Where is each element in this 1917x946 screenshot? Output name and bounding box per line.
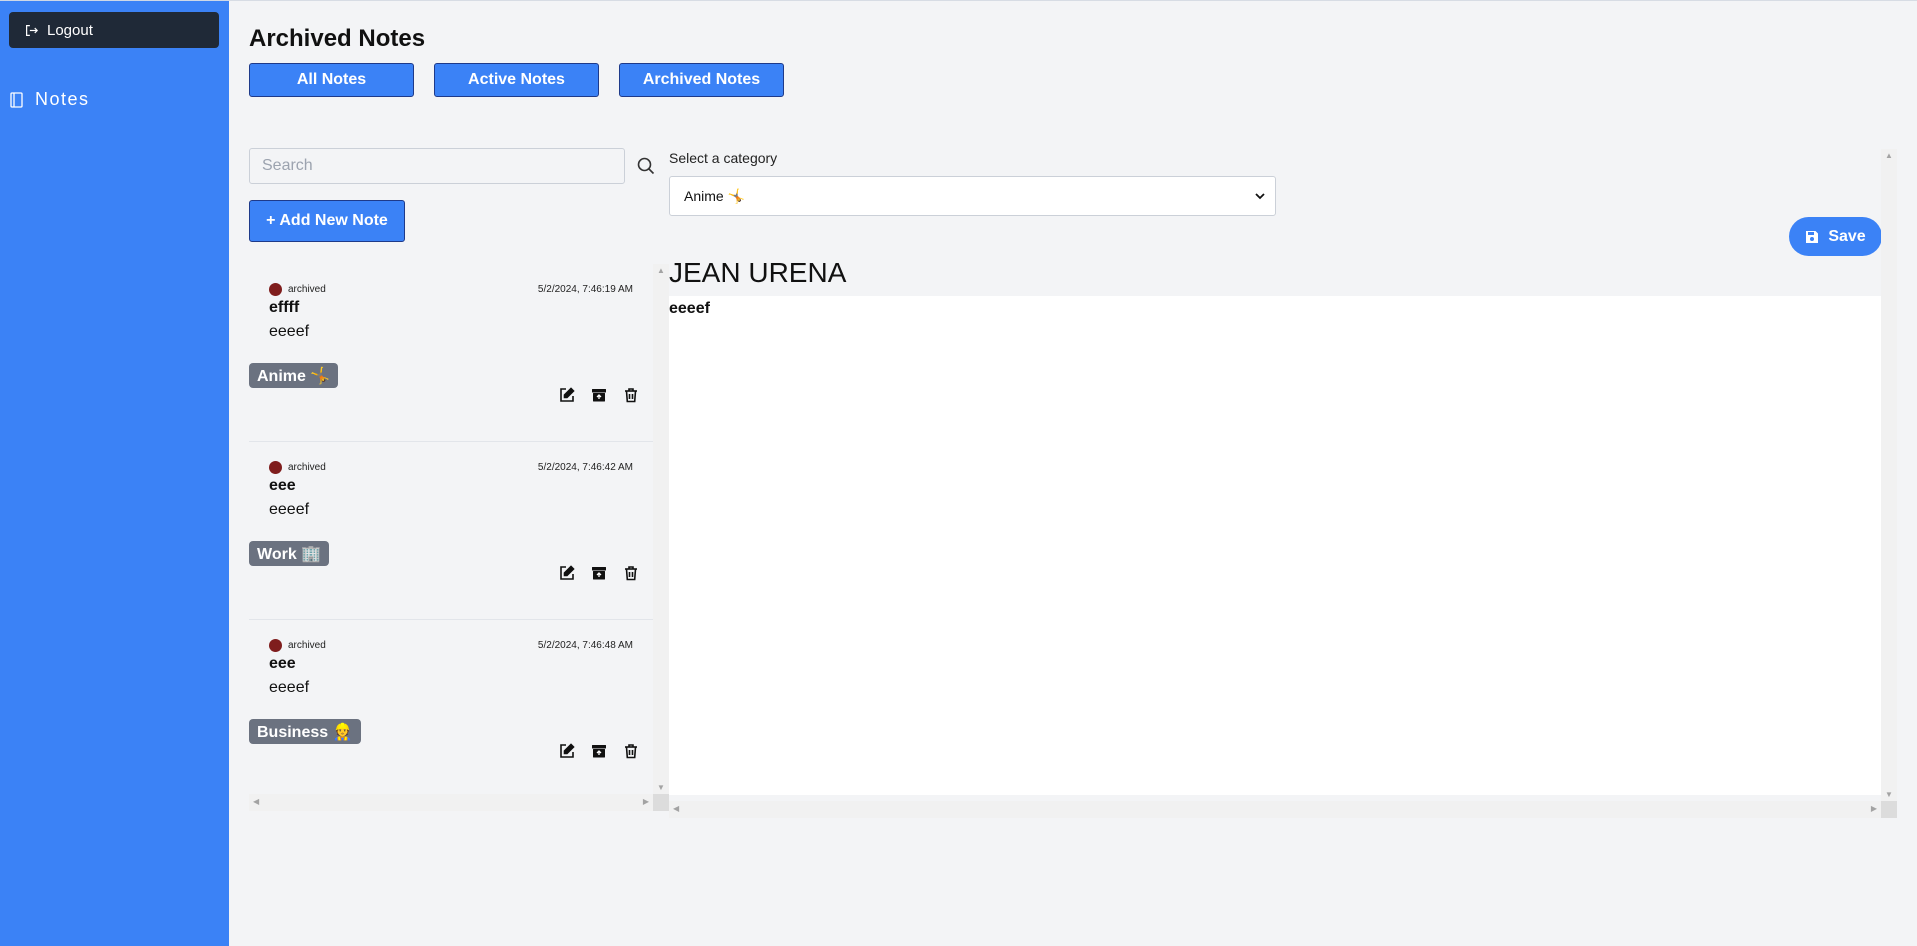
- scroll-right-icon[interactable]: ▶: [1871, 804, 1877, 813]
- note-status: archived: [269, 639, 326, 652]
- status-dot-icon: [269, 639, 282, 652]
- note-actions: [559, 387, 639, 403]
- tab-archived-notes[interactable]: Archived Notes: [619, 63, 784, 97]
- status-dot-icon: [269, 283, 282, 296]
- trash-icon[interactable]: [623, 743, 639, 759]
- page-title: Archived Notes: [249, 25, 426, 52]
- sidebar-item-notes[interactable]: Notes: [10, 89, 90, 110]
- editor-horizontal-scrollbar[interactable]: ◀ ▶: [669, 801, 1881, 818]
- category-selected-value: Anime 🤸: [684, 187, 746, 204]
- status-label: archived: [288, 284, 326, 295]
- main-content: Archived Notes All Notes Active Notes Ar…: [229, 0, 1917, 946]
- status-label: archived: [288, 640, 326, 651]
- category-badge: Anime 🤸: [249, 363, 339, 388]
- note-date: 5/2/2024, 7:46:42 AM: [537, 462, 633, 473]
- note-title: eee: [269, 477, 296, 494]
- scroll-right-icon[interactable]: ▶: [643, 797, 649, 806]
- edit-icon[interactable]: [559, 387, 575, 403]
- note-actions: [559, 565, 639, 581]
- archive-icon[interactable]: [591, 387, 607, 403]
- status-dot-icon: [269, 461, 282, 474]
- scrollbar-corner: [653, 794, 669, 811]
- category-badge: Business 👷: [249, 719, 361, 744]
- edit-icon[interactable]: [559, 565, 575, 581]
- scroll-up-icon[interactable]: ▲: [1885, 151, 1893, 160]
- note-title: eee: [269, 655, 296, 672]
- logout-label: Logout: [47, 21, 93, 39]
- archive-icon[interactable]: [591, 565, 607, 581]
- trash-icon[interactable]: [623, 387, 639, 403]
- scroll-up-icon[interactable]: ▲: [657, 266, 665, 275]
- notes-list: archived 5/2/2024, 7:46:19 AM effff eeee…: [249, 264, 653, 812]
- search-icon[interactable]: [637, 157, 655, 180]
- note-body: eeeef: [269, 501, 310, 518]
- note-status: archived: [269, 461, 326, 474]
- scroll-left-icon[interactable]: ◀: [673, 804, 679, 813]
- add-note-button[interactable]: + Add New Note: [249, 200, 405, 242]
- note-date: 5/2/2024, 7:46:19 AM: [537, 284, 633, 295]
- note-body: eeeef: [269, 679, 310, 696]
- note-title: effff: [269, 299, 300, 316]
- scroll-down-icon[interactable]: ▼: [1885, 790, 1893, 799]
- note-card[interactable]: archived 5/2/2024, 7:46:42 AM eee eeeef …: [249, 442, 653, 620]
- category-badge: Work 🏢: [249, 541, 330, 566]
- archive-icon[interactable]: [591, 743, 607, 759]
- tab-all-notes[interactable]: All Notes: [249, 63, 414, 97]
- chevron-down-icon: [1255, 192, 1265, 199]
- note-status: archived: [269, 283, 326, 296]
- note-date: 5/2/2024, 7:46:48 AM: [537, 640, 633, 651]
- note-card[interactable]: archived 5/2/2024, 7:46:19 AM effff eeee…: [249, 264, 653, 442]
- trash-icon[interactable]: [623, 565, 639, 581]
- notebook-icon: [10, 91, 23, 108]
- note-card[interactable]: archived 5/2/2024, 7:46:48 AM eee eeeef …: [249, 620, 653, 798]
- tab-active-notes[interactable]: Active Notes: [434, 63, 599, 97]
- status-label: archived: [288, 462, 326, 473]
- logout-icon: [26, 24, 38, 36]
- logout-button[interactable]: Logout: [9, 12, 219, 48]
- scrollbar-corner: [1881, 801, 1897, 818]
- note-actions: [559, 743, 639, 759]
- note-body-editor[interactable]: eeeef: [669, 296, 1881, 795]
- scroll-left-icon[interactable]: ◀: [253, 797, 259, 806]
- sidebar: Logout Notes: [0, 0, 229, 946]
- note-body: eeeef: [269, 323, 310, 340]
- edit-icon[interactable]: [559, 743, 575, 759]
- floppy-disk-icon: [1806, 230, 1819, 243]
- search-input[interactable]: [249, 148, 625, 184]
- save-button[interactable]: Save: [1789, 217, 1882, 256]
- scroll-down-icon[interactable]: ▼: [657, 783, 665, 792]
- category-label: Select a category: [669, 150, 778, 166]
- note-title-field[interactable]: JEAN URENA: [669, 257, 846, 289]
- notes-list-vertical-scrollbar[interactable]: ▲ ▼: [653, 264, 669, 794]
- editor-vertical-scrollbar[interactable]: ▲ ▼: [1881, 149, 1897, 801]
- category-select[interactable]: Anime 🤸: [669, 176, 1276, 216]
- sidebar-item-label: Notes: [35, 89, 90, 109]
- save-label: Save: [1828, 227, 1866, 245]
- notes-list-horizontal-scrollbar[interactable]: ◀ ▶: [249, 794, 653, 811]
